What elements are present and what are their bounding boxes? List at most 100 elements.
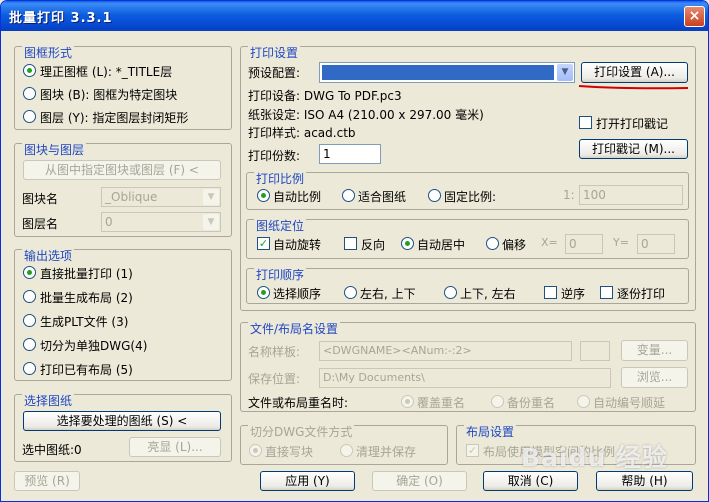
auto-center-radio[interactable] [401,237,414,250]
highlight-button[interactable]: 亮显 (L)... [129,437,221,457]
paper-position-title: 图纸定位 [254,219,307,233]
offset-label: 偏移 [502,238,527,252]
frame-type-label-lizheng: 理正图框 (L): *_TITLE层 [40,65,173,79]
reverse-label: 反向 [361,238,386,252]
auto-center-label: 自动居中 [417,238,466,252]
preset-selected-highlight [322,65,554,80]
scale-ratio-label: 1: [563,188,575,202]
order-radio-tb-lr[interactable] [444,286,457,299]
chevron-down-icon: ▼ [203,214,219,230]
layout-settings-title: 布局设置 [464,425,517,439]
copies-value: 1 [323,147,331,161]
preset-label: 预设配置: [248,66,301,80]
frame-type-radio-layer[interactable] [23,110,36,123]
output-radio-print-layout[interactable] [23,362,36,375]
block-layer-group: 图块与图层 从图中指定图块或图层 (F) < 图块名 _Oblique ▼ 图层… [14,143,232,237]
browse-button[interactable]: 浏览... [621,367,688,388]
cancel-button[interactable]: 取消 (C) [483,471,578,491]
reverse-checkbox[interactable] [344,237,357,250]
scale-radio-fit[interactable] [342,189,355,202]
name-template-input[interactable]: <DWGNAME><ANum:-:2> [319,341,572,361]
help-button[interactable]: 帮助 (H) [596,471,693,491]
reverse-order-checkbox[interactable] [544,286,557,299]
split-radio-write-block[interactable] [249,444,262,457]
apply-button[interactable]: 应用 (Y) [260,471,355,491]
output-options-title: 输出选项 [22,249,75,263]
block-layer-title: 图块与图层 [22,143,87,157]
name-template-label: 名称样板: [248,345,301,359]
close-button[interactable]: × [684,6,705,27]
dup-label-auto-number: 自动编号顺延 [593,396,666,410]
frame-type-radio-block[interactable] [23,87,36,100]
copy-by-copy-label: 逐份打印 [617,287,666,301]
auto-rotate-label: 自动旋转 [273,238,322,252]
offset-x-input[interactable]: 0 [565,234,603,254]
copies-input[interactable]: 1 [319,144,381,164]
output-radio-gen-plt[interactable] [23,314,36,327]
copies-label: 打印份数: [248,149,301,163]
use-model-scale-checkbox[interactable]: ✓ [466,444,479,457]
copy-by-copy-checkbox[interactable] [600,286,613,299]
layer-name-label: 图层名 [22,217,59,231]
preview-button[interactable]: 预览 (R) [14,471,80,491]
dup-radio-auto-number[interactable] [577,395,590,408]
pick-block-layer-button[interactable]: 从图中指定图块或图层 (F) < [23,160,221,180]
output-label-print-layout: 打印已有布局 (5) [40,363,133,377]
block-name-value: _Oblique [105,190,158,204]
block-name-combo[interactable]: _Oblique ▼ [101,187,221,207]
duplicate-name-label: 文件或布局重名时: [248,396,349,410]
output-radio-split-dwg[interactable] [23,338,36,351]
order-label-select: 选择顺序 [273,287,322,301]
title-bar[interactable]: 批量打印 3.3.1 × [1,1,708,31]
plot-style-text: 打印样式: acad.ctb [248,126,356,140]
save-location-input[interactable]: D:\My Documents\ [319,368,611,388]
scale-radio-auto[interactable] [257,189,270,202]
print-scale-group: 打印比例 自动比例 适合图纸 固定比例: 1: 100 [246,172,689,210]
frame-type-radio-lizheng[interactable] [23,64,36,77]
baidu-watermark: Baidu 经验 [521,443,668,472]
print-order-title: 打印顺序 [254,268,307,282]
select-drawings-button[interactable]: 选择要处理的图纸 (S) < [23,411,221,431]
split-dwg-group: 切分DWG文件方式 直接写块 清理并保存 [240,425,448,465]
print-stamp-checkbox[interactable] [579,116,592,129]
auto-rotate-checkbox[interactable]: ✓ [257,237,270,250]
print-stamp-button[interactable]: 打印戳记 (M)... [579,139,688,159]
offset-x-label: X= [541,236,558,249]
split-dwg-title: 切分DWG文件方式 [248,425,355,439]
dup-label-overwrite: 覆盖重名 [417,396,466,410]
order-radio-select[interactable] [257,286,270,299]
layer-name-combo[interactable]: 0 ▼ [101,212,221,232]
select-drawing-title: 选择图纸 [22,394,75,408]
offset-y-input[interactable]: 0 [637,234,675,254]
dup-radio-overwrite[interactable] [401,395,414,408]
offset-y-label: Y= [613,236,629,249]
order-radio-lr-tb[interactable] [344,286,357,299]
selected-count-label: 选中图纸:0 [22,443,82,457]
file-naming-title: 文件/布局名设置 [248,322,341,336]
order-label-tb-lr: 上下, 左右 [460,287,516,301]
print-stamp-label: 打开打印戳记 [596,117,669,131]
block-name-label: 图块名 [22,192,59,206]
name-template-extra-box[interactable] [580,341,610,361]
print-setup-button[interactable]: 打印设置 (A)... [581,62,688,83]
select-drawing-group: 选择图纸 选择要处理的图纸 (S) < 选中图纸:0 亮显 (L)... [14,394,232,462]
scale-radio-fixed[interactable] [428,189,441,202]
frame-type-group: 图框形式 理正图框 (L): *_TITLE层 图块 (B): 图框为特定图块 … [14,46,232,130]
output-radio-direct-print[interactable] [23,266,36,279]
file-naming-group: 文件/布局名设置 名称样板: <DWGNAME><ANum:-:2> 变量...… [240,322,696,412]
ok-button[interactable]: 确定 (O) [372,471,467,491]
split-radio-purge-save[interactable] [340,444,353,457]
scale-ratio-input[interactable]: 100 [579,185,683,205]
output-label-gen-plt: 生成PLT文件 (3) [40,315,129,329]
preset-combo[interactable]: ▼ [319,62,575,83]
output-options-group: 输出选项 直接批量打印 (1) 批量生成布局 (2) 生成PLT文件 (3) 切… [14,249,232,381]
dup-radio-backup[interactable] [491,395,504,408]
name-template-value: <DWGNAME><ANum:-:2> [323,344,472,357]
split-label-purge-save: 清理并保存 [356,445,417,459]
output-label-direct-print: 直接批量打印 (1) [40,267,133,281]
variable-button[interactable]: 变量... [621,340,688,361]
offset-radio[interactable] [486,237,499,250]
save-location-label: 保存位置: [248,372,301,386]
layer-name-value: 0 [105,215,113,229]
output-radio-gen-layout[interactable] [23,290,36,303]
